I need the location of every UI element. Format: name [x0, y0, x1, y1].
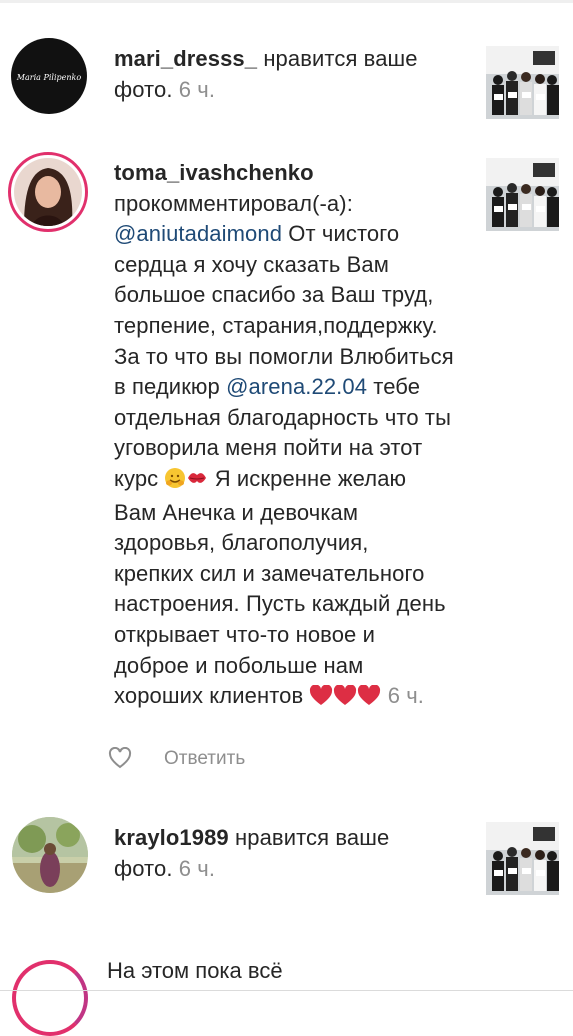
timestamp: 6 ч.	[387, 683, 425, 709]
comment-text: toma_ivashchenko прокомментировал(-а): @…	[114, 158, 454, 715]
reply-button[interactable]: Ответить	[164, 745, 245, 773]
avatar[interactable]	[12, 817, 88, 893]
notification-text: kraylo1989 нравится ваше фото. 6 ч.	[114, 823, 454, 884]
comment-body: Я искренне желаю Вам Анечка и девочкам з…	[114, 465, 446, 709]
post-thumbnail[interactable]	[486, 46, 559, 119]
hugging-face-icon	[164, 467, 186, 498]
story-ring-avatar	[12, 960, 88, 1036]
notification-text: mari_dresss_ нравится ваше фото. 6 ч.	[114, 44, 454, 105]
username-link[interactable]: kraylo1989	[114, 825, 229, 850]
comment-notification-row[interactable]: toma_ivashchenko прокомментировал(-а): @…	[0, 140, 573, 790]
action-text: прокомментировал(-а):	[114, 190, 353, 216]
avatar[interactable]	[8, 152, 88, 232]
timestamp: 6 ч.	[178, 76, 216, 102]
red-heart-icon	[357, 684, 381, 715]
heart-outline-icon[interactable]	[108, 746, 132, 769]
post-thumbnail[interactable]	[486, 158, 559, 231]
kiss-mark-icon	[186, 467, 208, 498]
avatar-logo: Maria Pilipenko	[16, 73, 82, 82]
username-link[interactable]: mari_dresss_	[114, 46, 257, 71]
username-link[interactable]: toma_ivashchenko	[114, 160, 314, 185]
notification-row[interactable]: kraylo1989 нравится ваше фото. 6 ч.	[0, 805, 573, 915]
avatar[interactable]: Maria Pilipenko	[11, 38, 87, 114]
mention-link[interactable]: @arena.22.04	[226, 374, 367, 399]
end-of-feed-text: На этом пока всё	[107, 958, 283, 983]
red-heart-icon	[333, 684, 357, 715]
notification-row[interactable]: Maria Pilipenko mari_dresss_ нравится ва…	[0, 0, 573, 130]
timestamp: 6 ч.	[178, 855, 216, 881]
svg-text:Maria Pilipenko: Maria Pilipenko	[16, 73, 82, 82]
bottom-divider	[0, 990, 573, 991]
red-heart-icon	[309, 684, 333, 715]
post-thumbnail[interactable]	[486, 822, 559, 895]
mention-link[interactable]: @aniutadaimond	[114, 221, 282, 246]
comment-body: От чистого сердца я хочу сказать Вам бол…	[114, 221, 454, 400]
